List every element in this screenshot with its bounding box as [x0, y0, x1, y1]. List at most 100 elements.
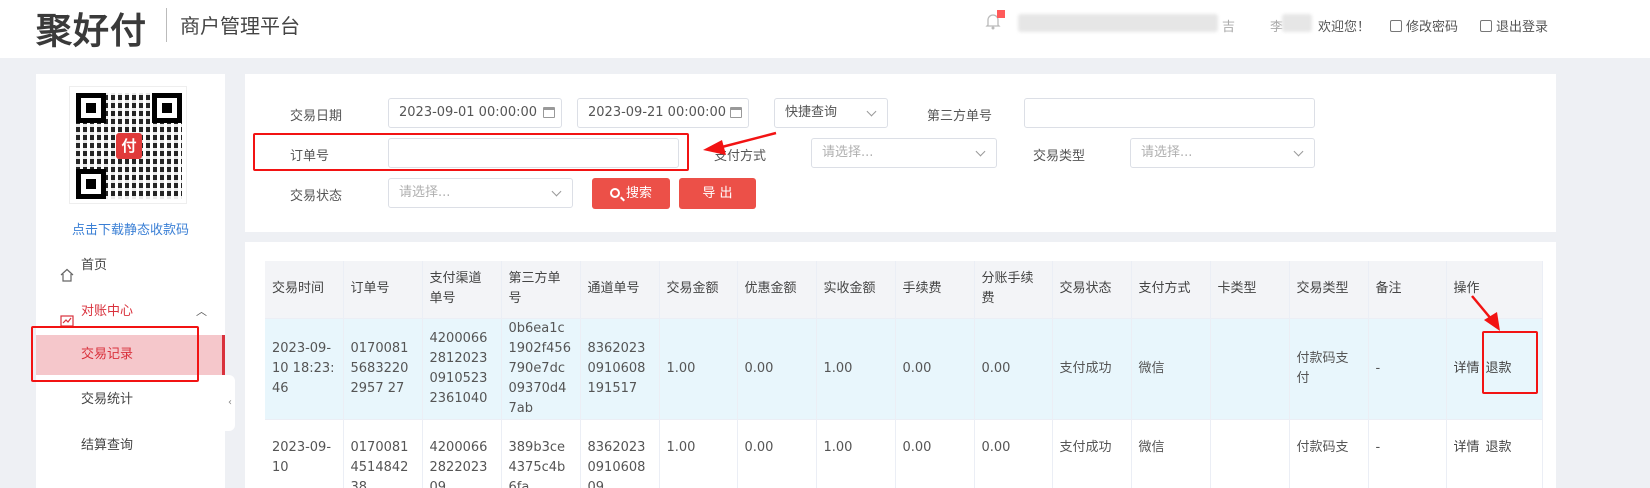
table-row[interactable]: 2023-09-10 0170081451484238 420006628220…: [265, 419, 1543, 488]
refund-link[interactable]: 退款: [1486, 440, 1512, 455]
logout-link[interactable]: 退出登录: [1480, 16, 1548, 35]
sidebar: 付 点击下载静态收款码 首页 对账中心 ︿ 交易记录 交易统计 结算查询: [36, 74, 225, 488]
third-party-no-label: 第三方单号: [927, 109, 993, 124]
quick-query-select[interactable]: 快捷查询: [774, 98, 888, 128]
trade-status-select[interactable]: 请选择...: [388, 178, 573, 208]
cell-third-party-no: 389b3ce4375c4b6fa: [501, 419, 581, 488]
sidebar-item-label: 结算查询: [81, 438, 134, 453]
cell-discount: 0.00: [737, 318, 817, 420]
download-qr-link[interactable]: 点击下载静态收款码: [36, 219, 225, 238]
change-password-label: 修改密码: [1406, 20, 1459, 35]
transaction-table: 交易时间 订单号 支付渠道单号 第三方单号 通道单号 交易金额 优惠金额 实收金…: [265, 261, 1543, 488]
cell-status: 支付成功: [1052, 318, 1132, 420]
column-header: 交易状态: [1052, 261, 1132, 319]
cell-order-no: 0170081451484238: [343, 419, 423, 488]
chevron-down-icon: [1293, 146, 1304, 157]
trade-date-label: 交易日期: [290, 109, 343, 124]
cell-passage-no: 8362023091060809: [580, 419, 660, 488]
cell-split-fee: 0.00: [974, 318, 1053, 420]
trade-type-placeholder: 请选择...: [1141, 145, 1193, 160]
pay-method-select[interactable]: 请选择...: [811, 138, 997, 168]
cell-discount: 0.00: [737, 419, 817, 488]
trade-status-label: 交易状态: [290, 189, 343, 204]
cell-channel-no: 4200066281202309105232361040: [422, 318, 502, 420]
trade-type-select[interactable]: 请选择...: [1130, 138, 1315, 168]
search-button-label: 搜索: [625, 186, 652, 201]
sidebar-item-home[interactable]: 首页: [36, 246, 225, 286]
quick-query-value: 快捷查询: [785, 105, 838, 120]
brand-logo: 聚好付: [36, 11, 148, 52]
column-header: 备注: [1368, 261, 1447, 319]
cell-time: 2023-09-10: [265, 419, 344, 488]
third-party-no-input[interactable]: [1024, 98, 1315, 128]
column-header: 卡类型: [1210, 261, 1290, 319]
column-header: 实收金额: [816, 261, 896, 319]
chevron-down-icon: [975, 146, 986, 157]
column-header: 第三方单号: [501, 261, 581, 319]
cell-pay-method: 微信: [1131, 419, 1211, 488]
cell-amount: 1.00: [659, 419, 738, 488]
search-button[interactable]: 搜索: [592, 178, 670, 209]
export-button[interactable]: 导 出: [679, 178, 756, 209]
sidebar-collapse-toggle[interactable]: ‹: [225, 375, 235, 431]
reconciliation-icon: [60, 305, 74, 327]
cell-split-fee: 0.00: [974, 419, 1053, 488]
column-header: 手续费: [895, 261, 975, 319]
sidebar-item-transaction-stats[interactable]: 交易统计: [36, 380, 225, 420]
detail-link[interactable]: 详情: [1454, 440, 1480, 455]
pay-method-placeholder: 请选择...: [822, 145, 874, 160]
change-password-link[interactable]: 修改密码: [1390, 16, 1458, 35]
calendar-icon: [730, 107, 742, 118]
qr-logo: 付: [116, 133, 142, 159]
detail-link[interactable]: 详情: [1454, 361, 1480, 376]
edit-icon: [1390, 20, 1402, 32]
column-header: 支付方式: [1131, 261, 1211, 319]
cell-trade-type: 付款码支付: [1289, 318, 1369, 420]
cell-received: 1.00: [816, 318, 896, 420]
cell-third-party-no: 0b6ea1c1902f456790e7dc09370d47ab: [501, 318, 581, 420]
trade-status-placeholder: 请选择...: [399, 185, 451, 200]
transaction-table-panel: 交易时间 订单号 支付渠道单号 第三方单号 通道单号 交易金额 优惠金额 实收金…: [245, 242, 1556, 488]
cell-fee: 0.00: [895, 318, 975, 420]
end-date-input[interactable]: 2023-09-21 00:00:00: [577, 98, 749, 128]
cell-pay-method: 微信: [1131, 318, 1211, 420]
blurred-char: 吉: [1222, 20, 1236, 35]
logo-divider: [166, 8, 167, 42]
trade-type-label: 交易类型: [1033, 149, 1086, 164]
column-header: 优惠金额: [737, 261, 817, 319]
cell-actions: 详情 退款: [1446, 419, 1543, 488]
notification-icon[interactable]: [985, 10, 1005, 30]
sidebar-item-settlement[interactable]: 结算查询: [36, 426, 225, 466]
column-header: 支付渠道单号: [422, 261, 502, 319]
search-icon: [609, 188, 620, 198]
chevron-down-icon: [551, 186, 562, 197]
annotation-box-refund: [1482, 331, 1538, 394]
column-header: 订单号: [343, 261, 423, 319]
notification-badge: [997, 10, 1005, 18]
qr-finder: [76, 93, 106, 123]
cell-fee: 0.00: [895, 419, 975, 488]
cell-order-no: 017008156832202957 27: [343, 318, 423, 420]
table-header-row: 交易时间 订单号 支付渠道单号 第三方单号 通道单号 交易金额 优惠金额 实收金…: [265, 261, 1543, 319]
logout-icon: [1480, 20, 1492, 32]
column-header: 通道单号: [580, 261, 660, 319]
cell-received: 1.00: [816, 419, 896, 488]
pay-method-label: 支付方式: [714, 149, 767, 164]
start-date-value: 2023-09-01 00:00:00: [399, 105, 538, 120]
cell-remark: -: [1368, 318, 1447, 420]
welcome-text: 欢迎您！: [1318, 20, 1371, 35]
annotation-box-transactions: [31, 326, 199, 382]
logout-label: 退出登录: [1496, 20, 1549, 35]
column-header: 交易时间: [265, 261, 344, 319]
start-date-input[interactable]: 2023-09-01 00:00:00: [388, 98, 562, 128]
annotation-box-order-no: [253, 133, 689, 171]
table-row[interactable]: 2023-09-10 18:23:46 017008156832202957 2…: [265, 318, 1543, 420]
sidebar-item-label: 交易统计: [81, 392, 134, 407]
column-header: 操作: [1446, 261, 1543, 319]
end-date-value: 2023-09-21 00:00:00: [588, 105, 727, 120]
qr-code[interactable]: 付: [69, 86, 187, 204]
export-button-label: 导 出: [702, 186, 733, 201]
sidebar-item-label: 首页: [81, 258, 108, 273]
blurred-user-info: [1018, 14, 1218, 32]
cell-card-type: [1210, 318, 1290, 420]
